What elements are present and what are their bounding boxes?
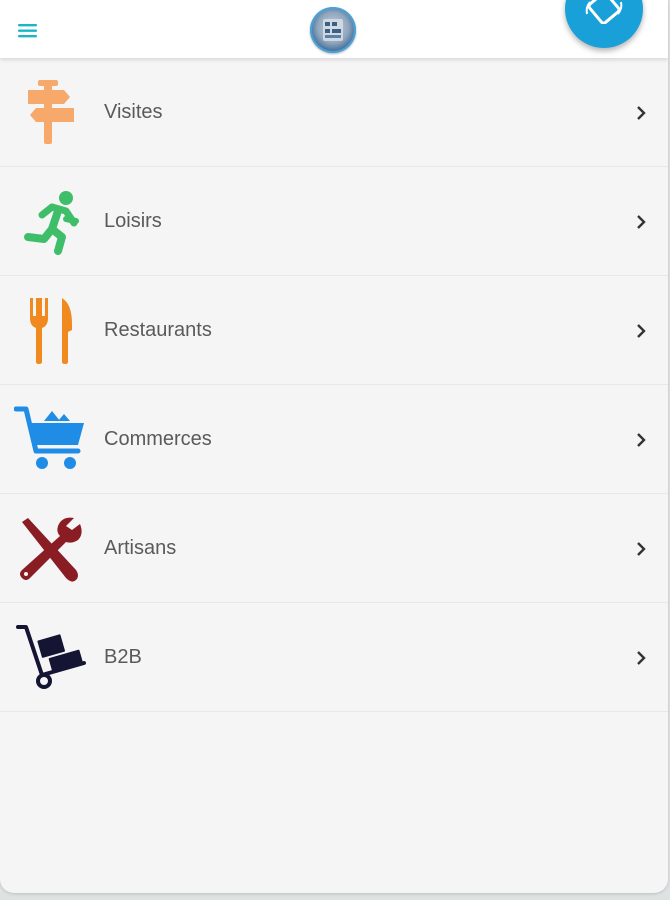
category-row-b2b[interactable]: B2B bbox=[0, 603, 668, 712]
category-list: Visites Loisirs Restaurants Commerces Ar… bbox=[0, 58, 668, 712]
shopping-cart-icon bbox=[13, 403, 86, 475]
screen-rotation-icon bbox=[585, 0, 623, 24]
chevron-right-icon bbox=[637, 542, 646, 556]
category-row-restaurants[interactable]: Restaurants bbox=[0, 276, 668, 385]
fork-knife-icon bbox=[14, 294, 86, 366]
category-row-artisans[interactable]: Artisans bbox=[0, 494, 668, 603]
app-logo[interactable] bbox=[310, 7, 356, 53]
category-row-loisirs[interactable]: Loisirs bbox=[0, 167, 668, 276]
running-person-icon bbox=[14, 185, 86, 257]
hamburger-menu-icon[interactable] bbox=[14, 18, 42, 44]
tools-icon bbox=[14, 512, 86, 584]
category-label: Commerces bbox=[104, 428, 212, 450]
app-frame: Visites Loisirs Restaurants Commerces Ar… bbox=[0, 0, 668, 893]
category-row-visites[interactable]: Visites bbox=[0, 58, 668, 167]
hand-truck-icon bbox=[14, 621, 86, 693]
category-label: B2B bbox=[104, 646, 142, 668]
category-label: Loisirs bbox=[104, 210, 162, 232]
chevron-right-icon bbox=[637, 651, 646, 665]
chevron-right-icon bbox=[637, 433, 646, 447]
signpost-icon bbox=[14, 76, 86, 148]
category-row-commerces[interactable]: Commerces bbox=[0, 385, 668, 494]
category-label: Visites bbox=[104, 101, 163, 123]
chevron-right-icon bbox=[637, 106, 646, 120]
category-label: Artisans bbox=[104, 537, 177, 559]
chevron-right-icon bbox=[637, 324, 646, 338]
chevron-right-icon bbox=[637, 215, 646, 229]
category-label: Restaurants bbox=[104, 319, 212, 341]
